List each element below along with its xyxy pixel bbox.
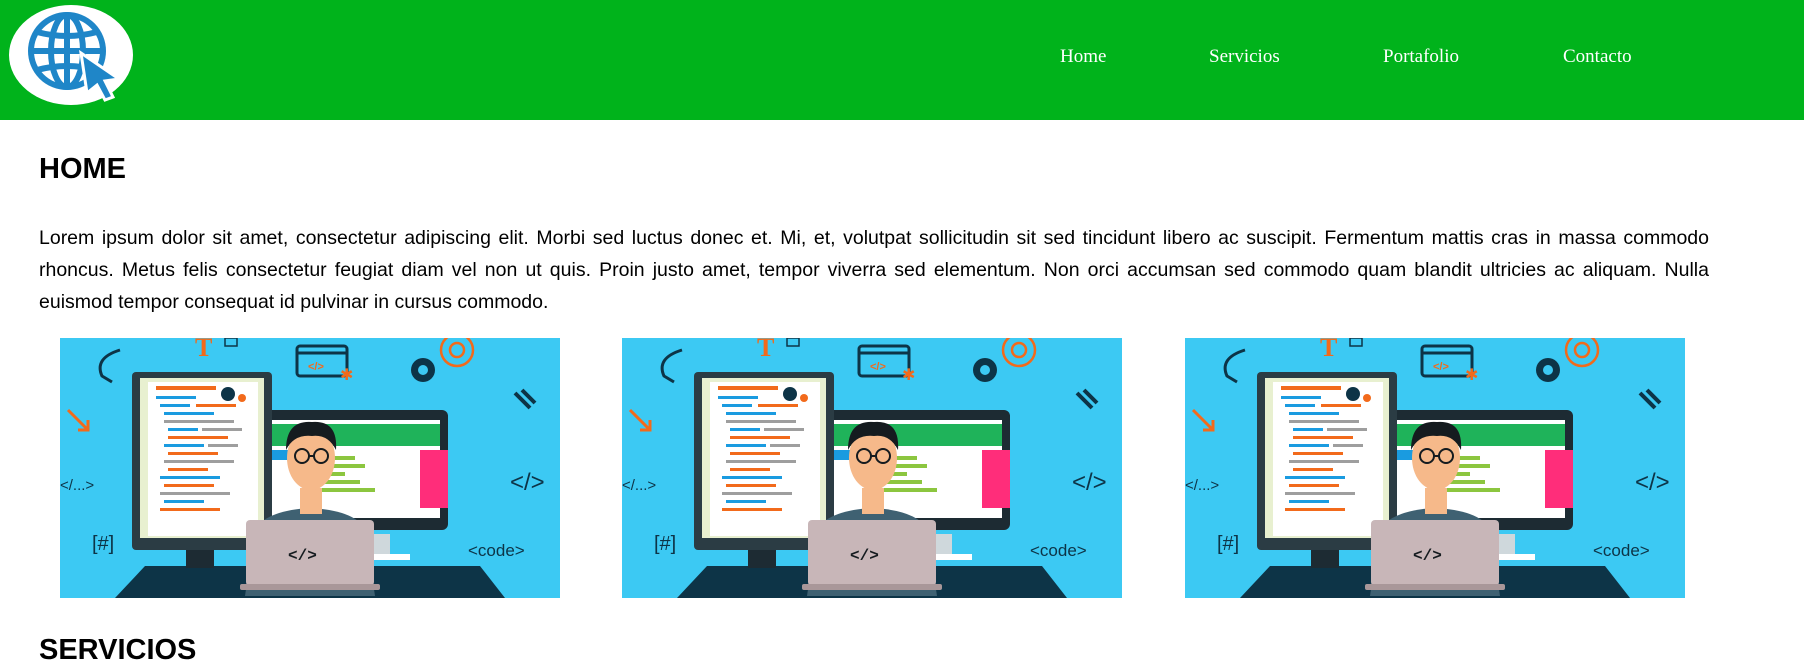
servicios-title: SERVICIOS: [39, 634, 197, 666]
tag-label-left: </...>: [1185, 477, 1219, 494]
tag-label-right: </>: [1635, 469, 1670, 496]
window-code-label: </>: [870, 361, 886, 373]
code-label: <code>: [468, 541, 525, 560]
svg-text:✱: ✱: [902, 367, 915, 384]
nav-contacto[interactable]: Contacto: [1563, 46, 1632, 68]
letter-icon: T: [195, 338, 212, 362]
hash-label: [#]: [92, 533, 114, 555]
laptop-code-label: </>: [850, 547, 879, 565]
developer-image-3: T </> ✱ </...> </> [#] <code> </>: [1185, 338, 1685, 598]
main-nav: Home Servicios Portafolio Contacto: [0, 46, 1804, 70]
window-code-label: </>: [1433, 361, 1449, 373]
site-header: Home Servicios Portafolio Contacto: [0, 0, 1804, 120]
nav-home[interactable]: Home: [1060, 46, 1106, 68]
letter-icon: T: [757, 338, 774, 362]
laptop-code-label: </>: [1413, 547, 1442, 565]
tag-label-right: </>: [1072, 469, 1107, 496]
tag-label-left: </...>: [60, 477, 94, 494]
svg-text:✱: ✱: [340, 367, 353, 384]
developer-image-2: T </> ✱ </...> </> [#] <code> </>: [622, 338, 1122, 598]
home-title: HOME: [39, 153, 126, 185]
svg-text:✱: ✱: [1465, 367, 1478, 384]
nav-servicios[interactable]: Servicios: [1209, 46, 1280, 68]
developer-illustration: T </> ✱ </...> </> [#] <code> </>: [1185, 338, 1685, 598]
code-label: <code>: [1593, 541, 1650, 560]
laptop-code-label: </>: [288, 547, 317, 565]
code-label: <code>: [1030, 541, 1087, 560]
letter-icon: T: [1320, 338, 1337, 362]
home-paragraph: Lorem ipsum dolor sit amet, consectetur …: [39, 227, 1709, 313]
developer-image-1: T </> ✱ </...> </> [#] <code> </>: [60, 338, 560, 598]
tag-label-right: </>: [510, 469, 545, 496]
hash-label: [#]: [654, 533, 676, 555]
window-code-label: </>: [308, 361, 324, 373]
nav-portafolio[interactable]: Portafolio: [1383, 46, 1459, 68]
developer-illustration: T </> ✱ </...> </> [#] <code> </>: [622, 338, 1122, 598]
hash-label: [#]: [1217, 533, 1239, 555]
tag-label-left: </...>: [622, 477, 656, 494]
developer-illustration: T </> ✱ </...> </> [#] <code> </>: [60, 338, 560, 598]
